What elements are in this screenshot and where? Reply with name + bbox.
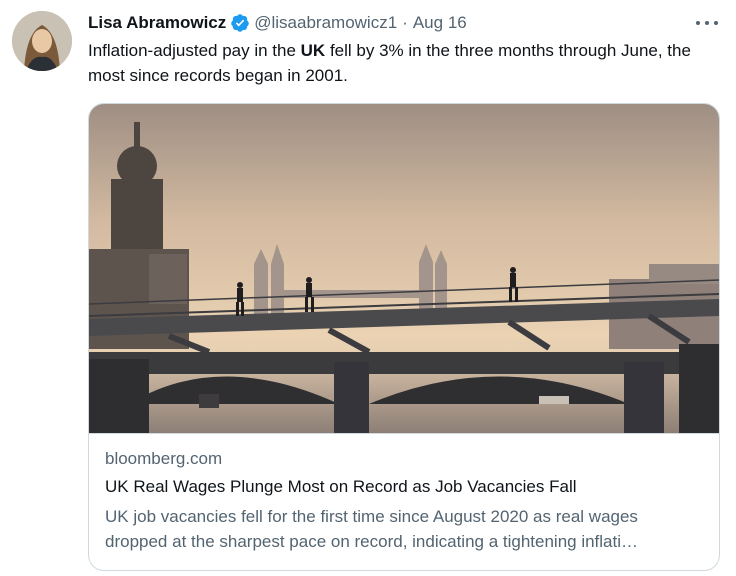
link-card[interactable]: bloomberg.com UK Real Wages Plunge Most … bbox=[88, 103, 720, 571]
card-domain: bloomberg.com bbox=[105, 449, 223, 468]
tweet-text-part: Inflation-adjusted pay in the bbox=[88, 41, 301, 60]
tweet-header: Lisa Abramowicz @lisaabramowicz1 · Aug 1… bbox=[88, 12, 467, 34]
avatar[interactable] bbox=[12, 11, 72, 71]
separator-dot: · bbox=[402, 13, 408, 32]
more-options-icon[interactable] bbox=[696, 12, 718, 34]
card-image[interactable] bbox=[89, 104, 719, 434]
tweet-text-bold: UK bbox=[300, 41, 326, 60]
card-title[interactable]: UK Real Wages Plunge Most on Record as J… bbox=[105, 474, 705, 500]
card-description: UK job vacancies fell for the first time… bbox=[105, 504, 705, 554]
tweet-text: Inflation-adjusted pay in the UK fell by… bbox=[88, 38, 708, 88]
verified-badge-icon bbox=[231, 14, 249, 32]
tweet-date[interactable]: Aug 16 bbox=[413, 13, 467, 33]
author-name[interactable]: Lisa Abramowicz bbox=[88, 13, 226, 33]
author-handle[interactable]: @lisaabramowicz1 bbox=[254, 13, 397, 33]
tweet[interactable]: Lisa Abramowicz @lisaabramowicz1 · Aug 1… bbox=[0, 0, 736, 576]
card-body: bloomberg.com UK Real Wages Plunge Most … bbox=[105, 446, 705, 554]
card-description-line-2: dropped at the sharpest pace on record, … bbox=[105, 532, 639, 551]
card-description-line-1: UK job vacancies fell for the first time… bbox=[105, 507, 638, 526]
